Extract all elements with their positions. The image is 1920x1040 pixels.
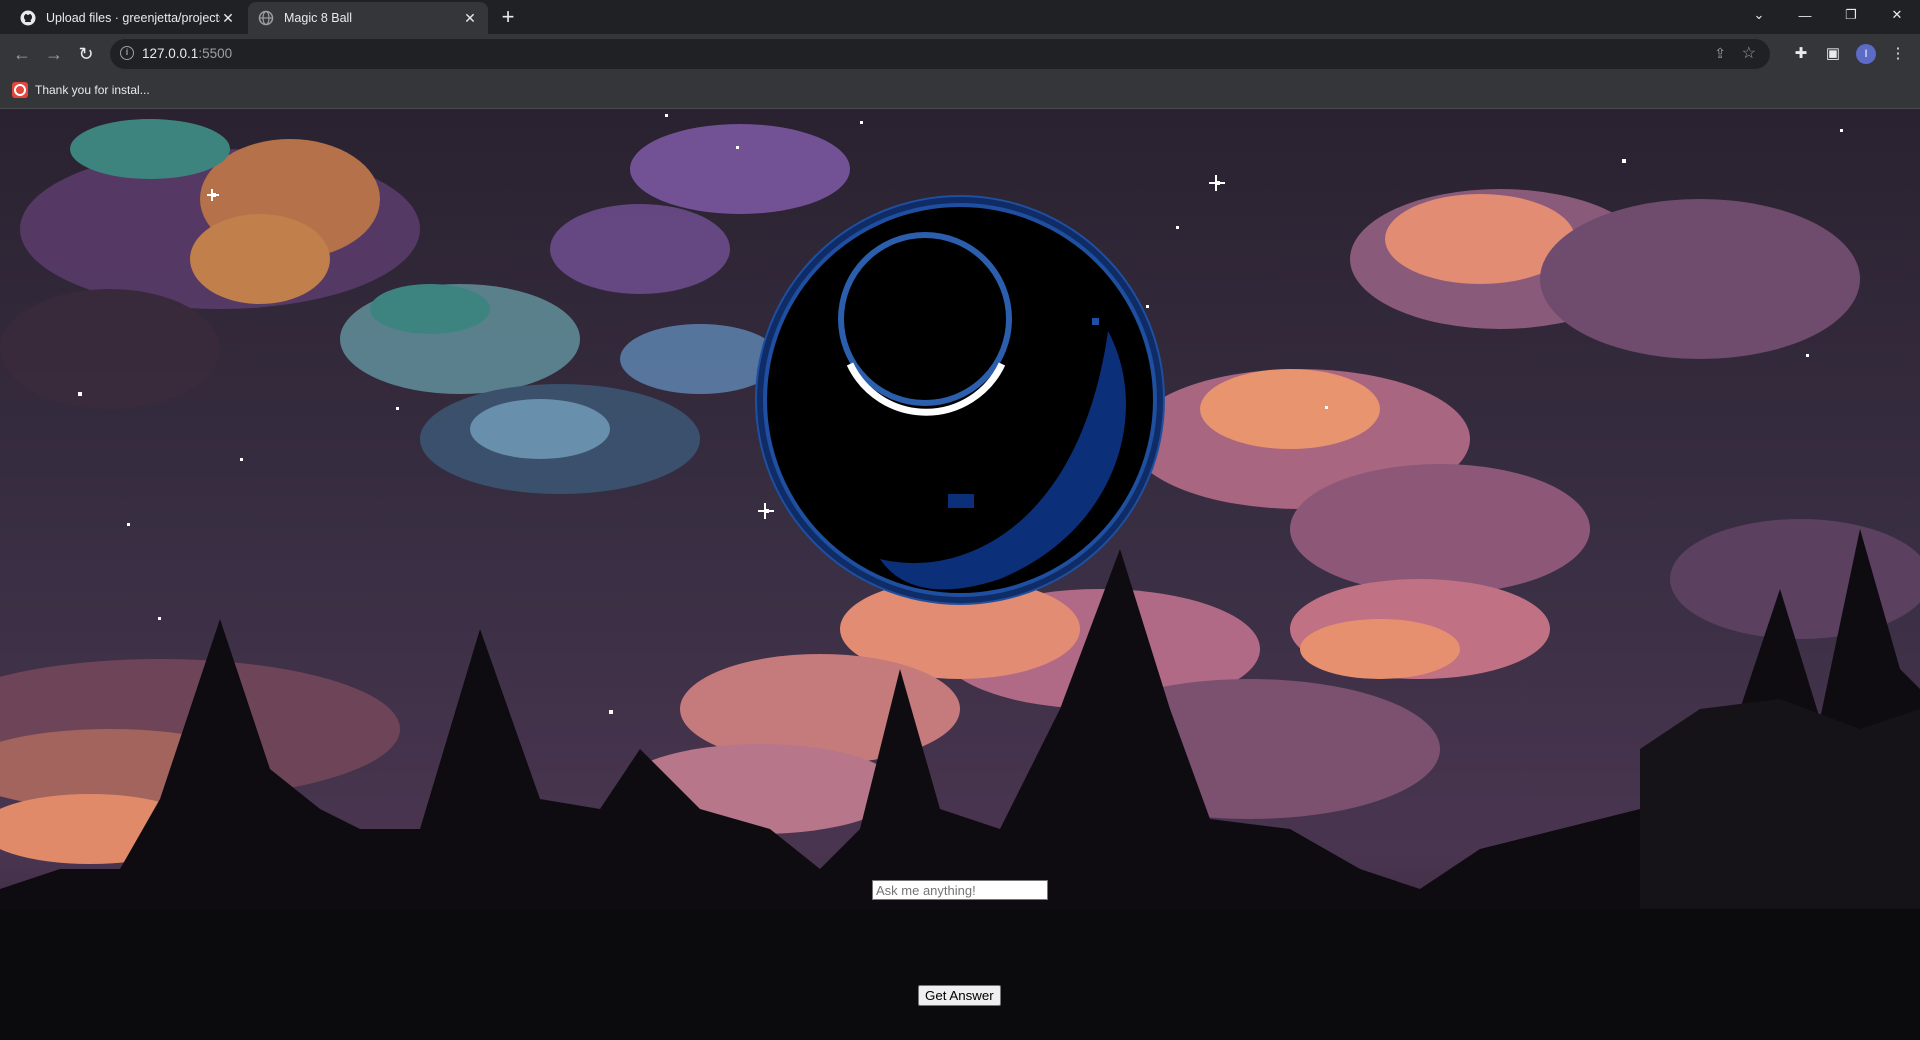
reload-icon[interactable]: ↻ [74,42,98,66]
new-tab-button[interactable]: + [496,6,520,30]
tab-title: Magic 8 Ball [284,11,353,25]
tab-search-icon[interactable]: ⌄ [1736,0,1782,30]
get-answer-button[interactable]: Get Answer [918,985,1001,1006]
close-tab-icon[interactable]: ✕ [462,10,478,26]
close-tab-icon[interactable]: ✕ [220,10,236,26]
extension-bookmark-icon [12,82,28,98]
address-bar[interactable]: i 127.0.0.1:5500 ⇪ ☆ [110,39,1770,69]
browser-toolbar: ← → ↻ i 127.0.0.1:5500 ⇪ ☆ ✚ ▣ I ⋮ [0,34,1920,74]
globe-icon [258,10,274,26]
close-window-icon[interactable]: ✕ [1874,0,1920,30]
tab-title: Upload files · greenjetta/projects [46,11,220,25]
share-icon[interactable]: ⇪ [1714,45,1726,62]
tab-magic-8-ball[interactable]: Magic 8 Ball ✕ [248,2,488,34]
forward-icon[interactable]: → [42,42,66,66]
page-viewport: Get Answer [0,109,1920,1040]
pixel-night-sky-background [0,109,1920,1040]
bookmark-item[interactable]: Thank you for instal... [12,82,150,98]
minimize-icon[interactable]: — [1782,0,1828,30]
github-icon [20,10,36,26]
tab-strip: Upload files · greenjetta/projects ✕ Mag… [0,0,1920,34]
bookmark-star-icon[interactable]: ☆ [1742,43,1756,63]
menu-icon[interactable]: ⋮ [1886,42,1910,66]
question-input[interactable] [872,880,1048,900]
profile-avatar[interactable]: I [1856,44,1876,64]
tab-upload-files[interactable]: Upload files · greenjetta/projects ✕ [10,2,246,34]
browser-chrome: Upload files · greenjetta/projects ✕ Mag… [0,0,1920,109]
site-info-icon[interactable]: i [120,46,134,60]
side-panel-icon[interactable]: ▣ [1821,42,1845,66]
extensions-icon[interactable]: ✚ [1789,42,1813,66]
bookmark-label: Thank you for instal... [35,83,150,97]
back-icon[interactable]: ← [10,42,34,66]
bookmarks-bar: Thank you for instal... [0,74,1920,109]
magic-8-ball [755,195,1165,605]
restore-icon[interactable]: ❐ [1828,0,1874,30]
window-controls: ⌄ — ❐ ✕ [1736,0,1920,30]
url-text: 127.0.0.1:5500 [142,46,233,61]
